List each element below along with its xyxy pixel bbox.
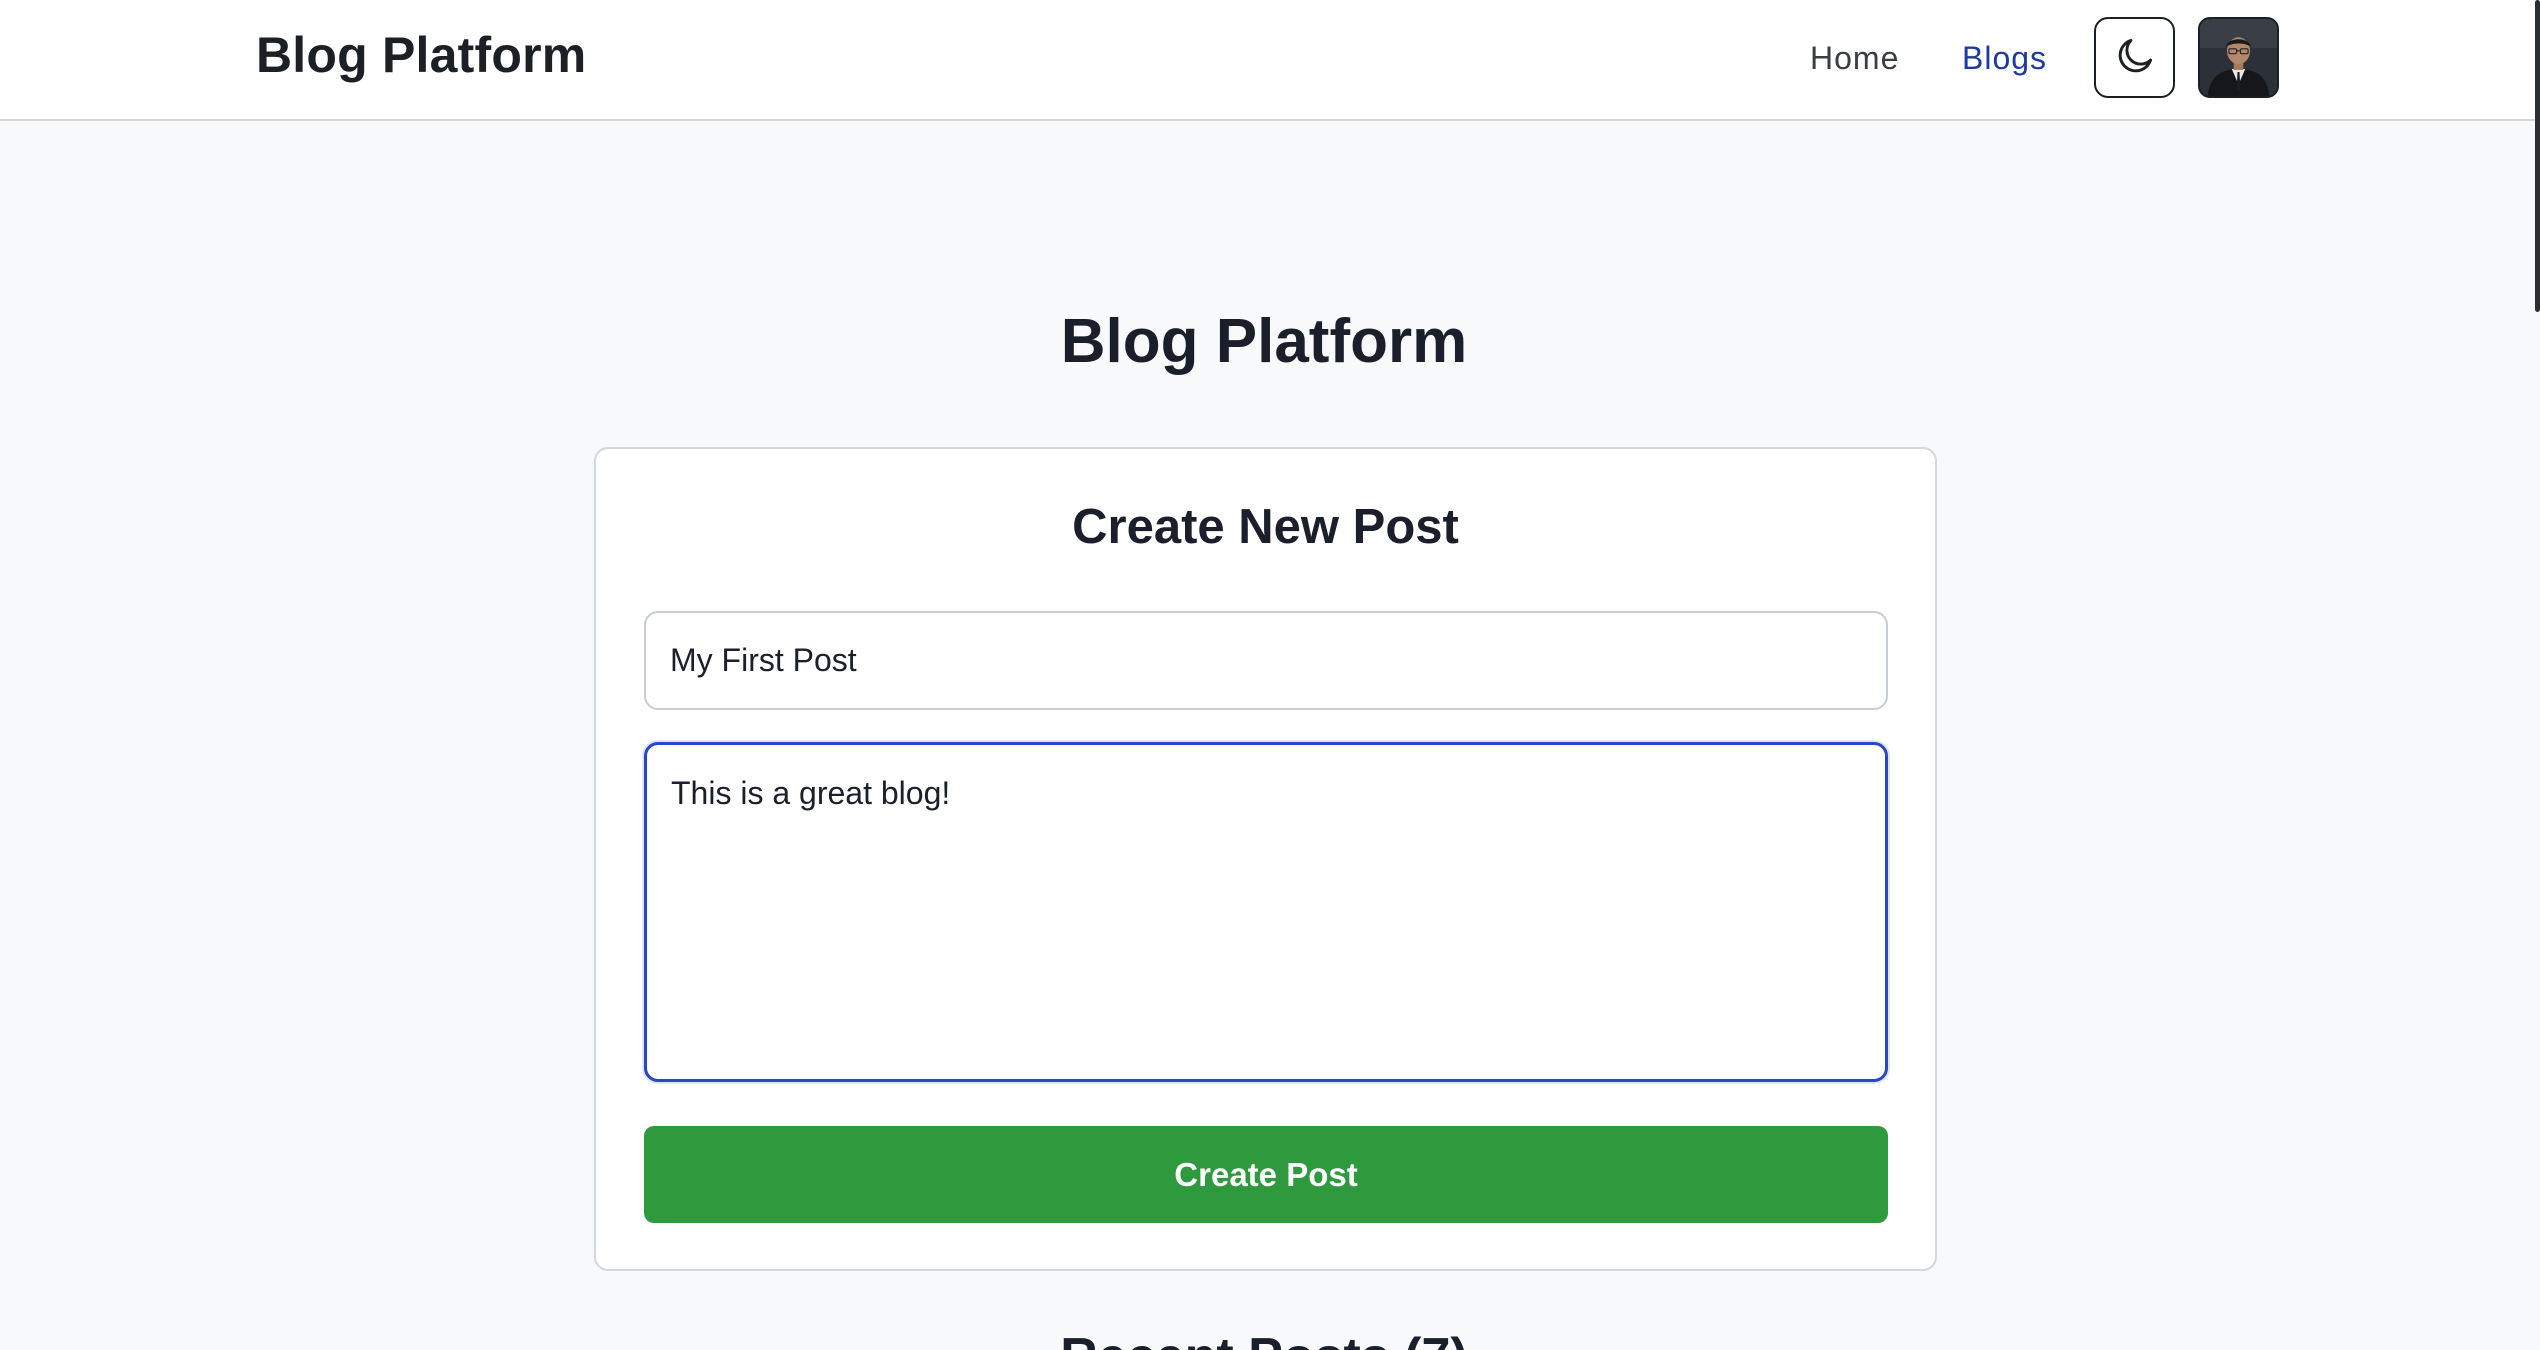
page-title: Blog Platform — [1060, 307, 1468, 376]
navbar: Blog Platform Home Blogs — [0, 0, 2540, 121]
create-post-heading: Create New Post — [1072, 500, 1459, 554]
theme-toggle-button[interactable] — [2094, 17, 2175, 98]
post-content-textarea[interactable]: This is a great blog! — [644, 742, 1888, 1082]
recent-posts-heading: Recent Posts (7) — [0, 1327, 2528, 1350]
brand-logo-text[interactable]: Blog Platform — [256, 26, 586, 84]
nav-link-home[interactable]: Home — [1810, 40, 1899, 77]
nav-link-blogs[interactable]: Blogs — [1962, 40, 2047, 77]
post-title-input[interactable] — [644, 611, 1888, 710]
page-scrollbar[interactable] — [2535, 0, 2540, 312]
user-avatar[interactable] — [2198, 17, 2279, 98]
create-post-card: Create New Post This is a great blog! Cr… — [594, 447, 1937, 1271]
moon-icon — [2113, 34, 2157, 81]
create-post-button[interactable]: Create Post — [644, 1126, 1888, 1223]
